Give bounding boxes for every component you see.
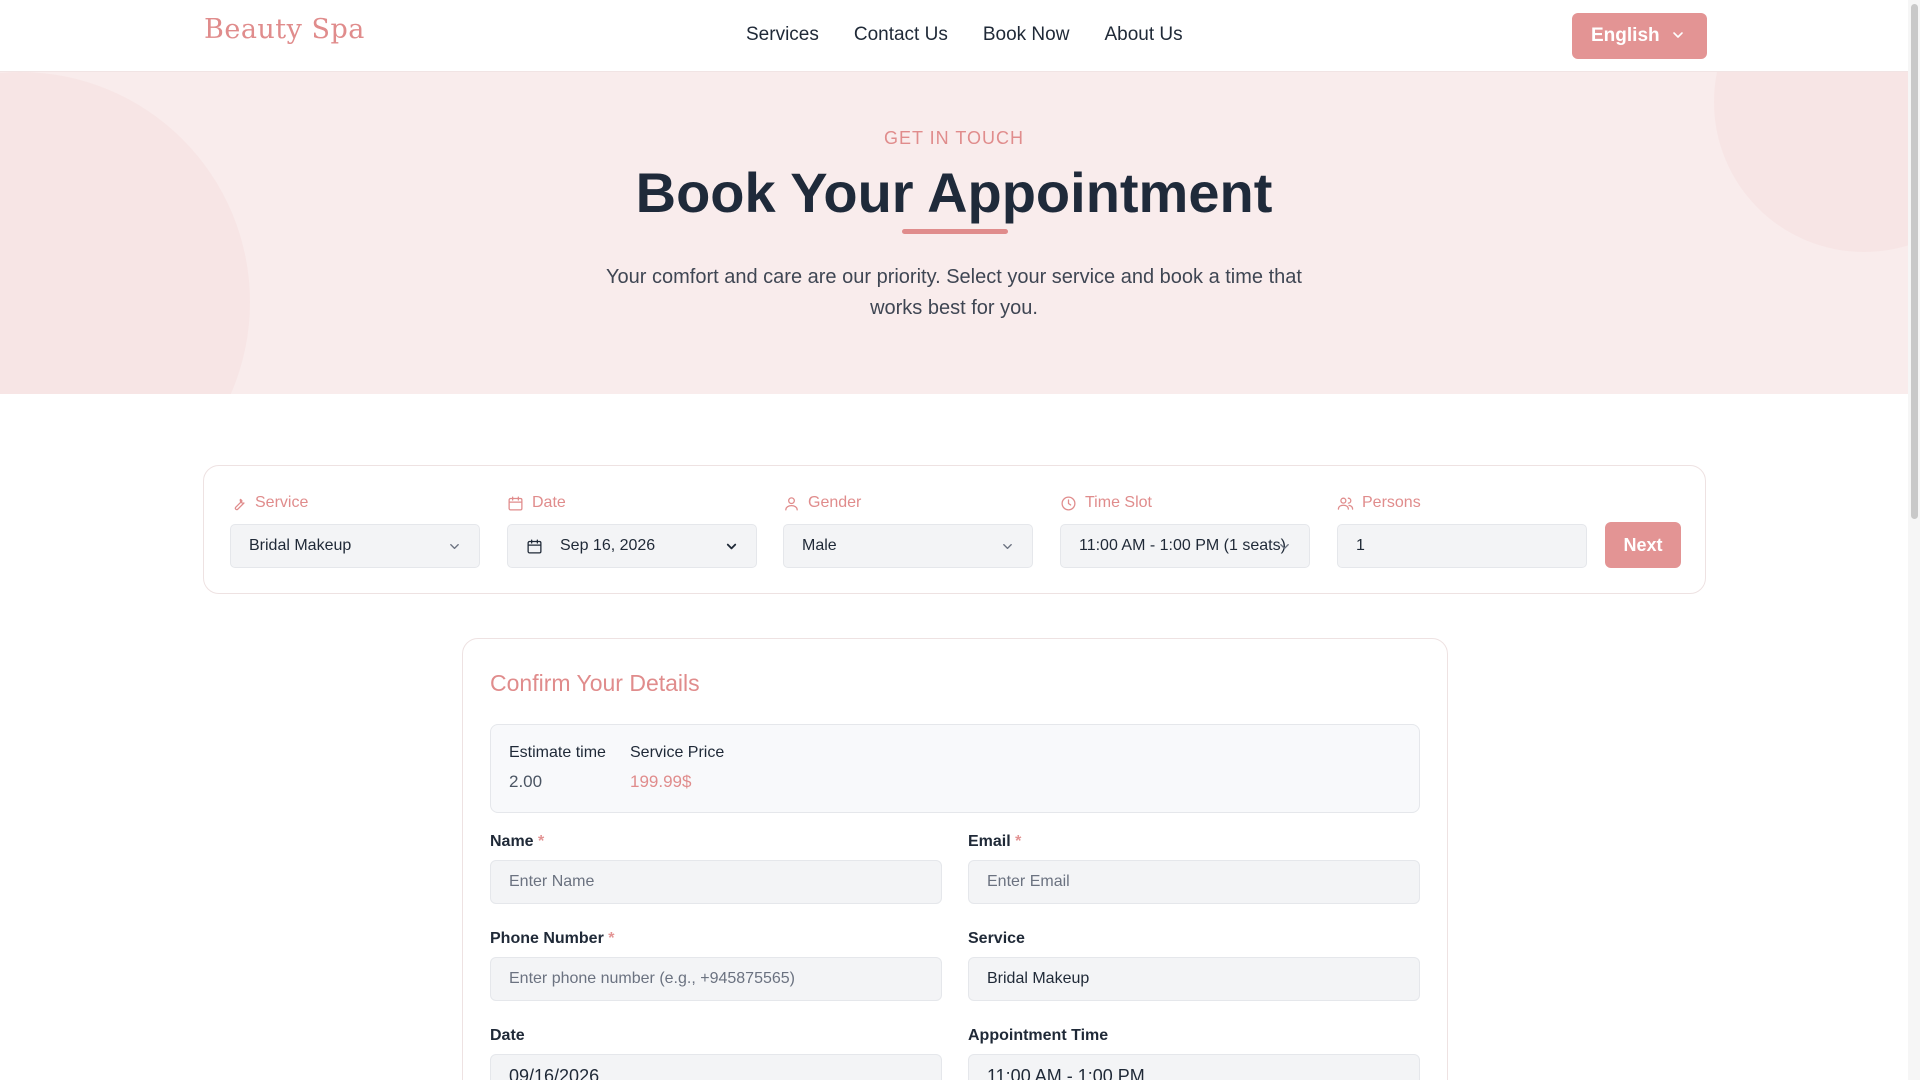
clock-icon (1061, 495, 1076, 511)
service-detail-label: Service (968, 930, 1025, 947)
page-title: Book Your Appointment (635, 161, 1273, 224)
time-slot-value: 11:00 AM - 1:00 PM (1 seats) (1079, 537, 1286, 554)
calendar-icon (508, 495, 523, 511)
gender-value: Male (802, 537, 837, 554)
time-slot-label: Time Slot (1085, 494, 1152, 511)
email-label: Email (968, 833, 1011, 850)
nav-services[interactable]: Services (746, 24, 819, 46)
decorative-circle (0, 72, 250, 394)
calendar-icon (527, 538, 542, 554)
phone-label: Phone Number (490, 930, 604, 947)
date-value: Sep 16, 2026 (560, 537, 656, 554)
chevron-down-icon (726, 543, 737, 550)
required-marker: * (608, 930, 615, 947)
chevron-down-icon (1003, 543, 1012, 550)
date-field: Date Sep 16, 2026 (507, 493, 757, 568)
phone-input[interactable] (490, 957, 942, 1001)
email-field: Email * (968, 833, 1420, 904)
date-label: Date (532, 494, 566, 511)
service-field: Service Bridal Makeup (230, 493, 480, 568)
appointment-time-input[interactable] (968, 1054, 1420, 1080)
wrench-icon (234, 498, 245, 510)
service-label: Service (255, 494, 309, 511)
date-detail-label: Date (490, 1027, 525, 1044)
details-title: Confirm Your Details (490, 670, 700, 696)
persons-field: Persons 1 (1337, 493, 1587, 568)
confirm-details-card: Confirm Your Details Estimate time 2.00 … (462, 638, 1448, 1080)
persons-value: 1 (1356, 537, 1365, 554)
gender-label: Gender (808, 494, 862, 511)
top-navbar: Beauty Spa Services Contact Us Book Now … (0, 0, 1908, 72)
persons-input[interactable]: 1 (1337, 524, 1587, 568)
title-underline (902, 229, 1008, 234)
date-picker[interactable]: Sep 16, 2026 (507, 524, 757, 568)
nav-contact-us[interactable]: Contact Us (854, 24, 948, 46)
main-nav: Services Contact Us Book Now About Us (746, 24, 1183, 46)
service-summary: Estimate time 2.00 Service Price 199.99$ (490, 724, 1420, 813)
hero-eyebrow: GET IN TOUCH (883, 128, 1025, 148)
estimate-time-label: Estimate time (509, 744, 606, 761)
phone-field: Phone Number * (490, 930, 942, 1001)
page-scrollbar[interactable] (1908, 0, 1920, 1080)
name-input[interactable] (490, 860, 942, 904)
booking-filter-bar: Service Bridal Makeup Date Sep 16, 2026 (203, 465, 1706, 594)
language-select-button[interactable]: English (1572, 13, 1707, 59)
name-label: Name (490, 833, 534, 850)
required-marker: * (1015, 833, 1022, 850)
email-input[interactable] (968, 860, 1420, 904)
service-price: Service Price 199.99$ (630, 744, 724, 792)
brand-logo[interactable]: Beauty Spa (204, 14, 365, 45)
service-price-label: Service Price (630, 744, 725, 761)
date-detail-input[interactable] (490, 1054, 942, 1080)
service-select[interactable]: Bridal Makeup (230, 524, 480, 568)
nav-about-us[interactable]: About Us (1104, 24, 1182, 46)
users-icon (1337, 497, 1354, 510)
time-slot-select[interactable]: 11:00 AM - 1:00 PM (1 seats) (1060, 524, 1310, 568)
service-detail-input[interactable] (968, 957, 1420, 1001)
estimate-time: Estimate time 2.00 (509, 744, 606, 792)
estimate-time-value: 2.00 (509, 772, 543, 791)
appointment-time-field: Appointment Time (968, 1027, 1420, 1080)
time-slot-field: Time Slot 11:00 AM - 1:00 PM (1 seats) (1060, 493, 1310, 568)
persons-label: Persons (1362, 494, 1421, 511)
service-detail-field: Service (968, 930, 1420, 1001)
service-price-value: 199.99$ (630, 772, 692, 791)
chevron-down-icon (450, 543, 459, 550)
user-icon (785, 496, 798, 511)
scrollbar-thumb[interactable] (1911, 4, 1918, 519)
chevron-down-icon (1280, 543, 1289, 550)
gender-field: Gender Male (783, 493, 1033, 568)
date-detail-field: Date (490, 1027, 942, 1080)
appointment-time-label: Appointment Time (968, 1027, 1109, 1044)
next-button[interactable]: Next (1605, 522, 1681, 568)
hero-section: GET IN TOUCH Book Your Appointment Your … (0, 72, 1908, 394)
chevron-down-icon (1673, 32, 1683, 38)
nav-book-now[interactable]: Book Now (983, 24, 1070, 46)
name-field: Name * (490, 833, 942, 904)
hero-subtitle: Your comfort and care are our priority. … (606, 266, 1302, 319)
gender-select[interactable]: Male (783, 524, 1033, 568)
required-marker: * (538, 833, 545, 850)
language-label: English (1591, 25, 1660, 46)
service-value: Bridal Makeup (249, 537, 352, 554)
